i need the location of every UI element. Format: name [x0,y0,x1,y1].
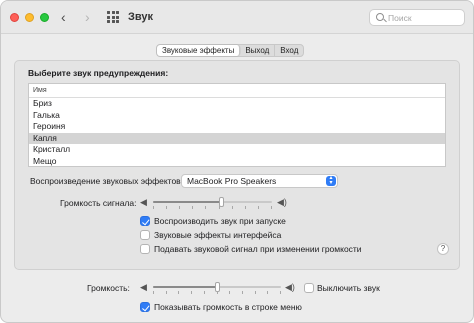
alert-volume-label: Громкость сигнала: [60,198,137,208]
slider-tick [205,206,206,209]
list-item[interactable]: Бриз [29,98,445,110]
choose-alert-label: Выберите звук предупреждения: [28,68,169,78]
slider-tick [178,291,179,294]
title-bar: ‹ › Звук Поиск [1,1,473,34]
tab-input[interactable]: Вход [275,45,303,56]
window-title: Звук [128,11,154,23]
slider-tick [179,206,180,209]
slider-tick [166,206,167,209]
slider-tick [271,206,272,209]
speaker-high-icon: ◀) [277,197,287,207]
show-all-grid-icon[interactable] [107,11,119,23]
show-volume-in-menu-bar-label: Показывать громкость в строке меню [154,302,302,312]
startup-sound-label: Воспроизводить звук при запуске [154,216,286,226]
forward-button[interactable]: › [85,9,90,25]
slider-tick [204,291,205,294]
slider-tick [192,206,193,209]
search-field[interactable]: Поиск [369,9,465,26]
speaker-low-icon: ◀ [140,282,147,292]
alert-volume-fill [153,201,221,203]
slider-tick [258,206,259,209]
output-volume-label: Громкость: [87,283,130,293]
tab-bar: Звуковые эффекты Выход Вход [156,44,305,57]
tab-output[interactable]: Выход [240,45,276,56]
alert-volume-slider[interactable] [153,197,272,209]
list-item[interactable]: Кристалл [29,144,445,156]
playback-device-value: MacBook Pro Speakers [187,176,277,186]
startup-sound-checkbox[interactable] [140,216,150,226]
list-item[interactable]: Галька [29,110,445,122]
slider-tick [166,291,167,294]
playback-device-label: Воспроизведение звуковых эффектов: [30,176,184,186]
list-item[interactable]: Героиня [29,121,445,133]
playback-device-select[interactable]: MacBook Pro Speakers ▴ ▾ [181,174,338,188]
list-item-selected[interactable]: Капля [29,132,445,144]
slider-tick [255,291,256,294]
slider-tick [245,206,246,209]
slider-tick [242,291,243,294]
ui-sound-effects-checkbox[interactable] [140,230,150,240]
slider-tick [153,206,154,209]
zoom-window-button[interactable] [40,13,49,22]
mute-checkbox[interactable] [304,283,314,293]
slider-tick [280,291,281,294]
slider-tick [232,206,233,209]
speaker-high-icon: ◀) [285,282,295,292]
sound-preferences-window: ‹ › Звук Поиск Звуковые эффекты Выход Вх… [0,0,474,323]
close-window-button[interactable] [10,13,19,22]
slider-tick [219,206,220,209]
alert-sound-list[interactable]: Имя Бриз Галька Героиня Капля Кристалл М… [28,83,446,167]
list-item[interactable]: Мещо [29,156,445,167]
output-volume-slider[interactable] [153,282,281,294]
slider-tick [267,291,268,294]
volume-feedback-checkbox[interactable] [140,244,150,254]
ui-sound-effects-label: Звуковые эффекты интерфейса [154,230,282,240]
show-volume-in-menu-bar-checkbox[interactable] [140,302,150,312]
speaker-low-icon: ◀ [140,197,147,207]
search-icon [376,13,384,21]
tab-sound-effects[interactable]: Звуковые эффекты [157,45,241,56]
slider-tick [217,291,218,294]
slider-tick [153,291,154,294]
volume-feedback-label: Подавать звуковой сигнал при изменении г… [154,244,362,254]
help-button[interactable]: ? [437,243,449,255]
popup-chevron-icon: ▴ ▾ [326,175,336,186]
back-button[interactable]: ‹ [61,9,66,25]
search-placeholder: Поиск [388,13,412,23]
output-volume-fill [153,286,217,288]
mute-label: Выключить звук [317,283,380,293]
list-column-header[interactable]: Имя [29,84,445,98]
minimize-window-button[interactable] [25,13,34,22]
slider-tick [191,291,192,294]
slider-tick [229,291,230,294]
